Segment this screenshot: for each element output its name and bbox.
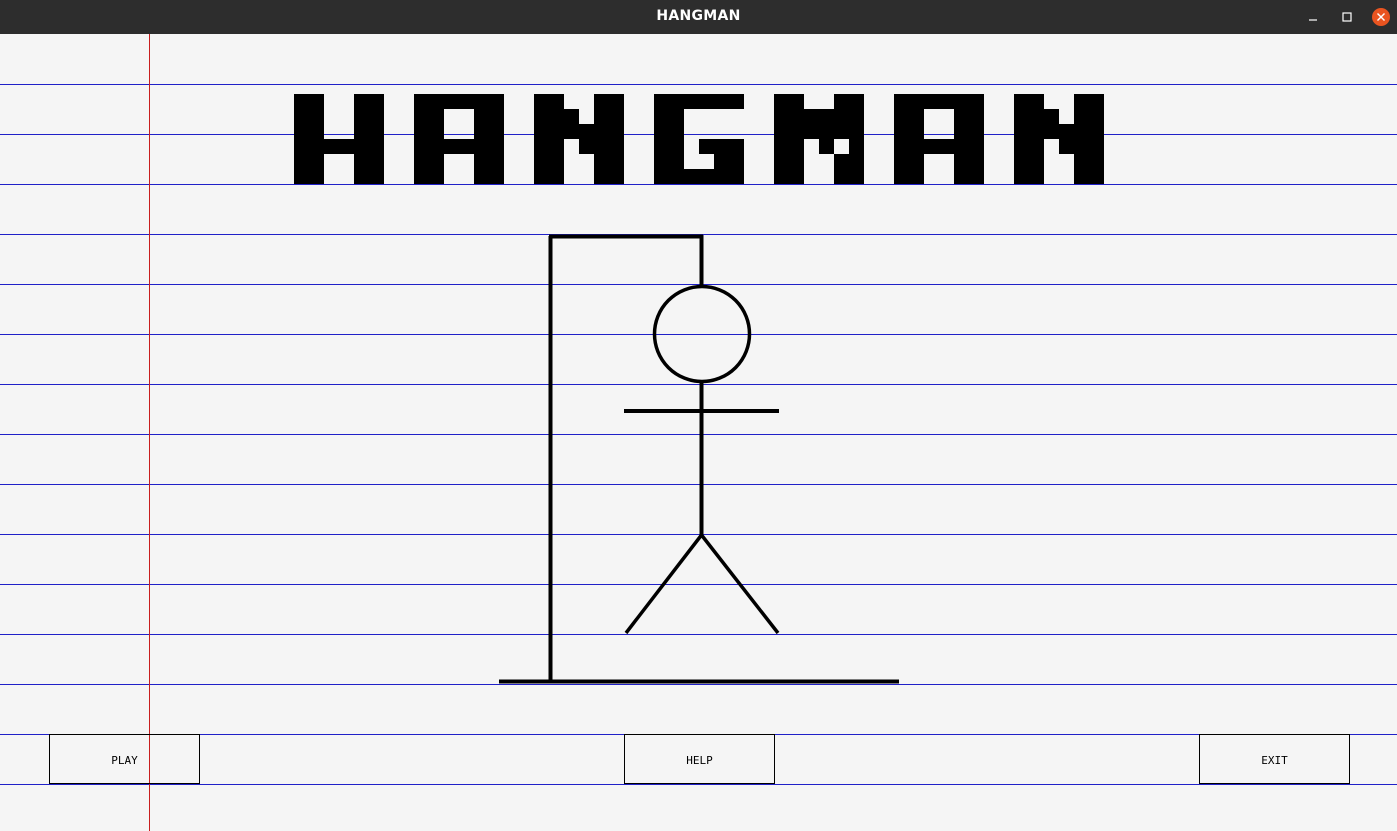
minimize-button[interactable] <box>1296 0 1330 34</box>
title-bar: HANGMAN <box>0 0 1397 34</box>
game-canvas: PLAY HELP EXIT <box>0 34 1397 831</box>
notebook-paper <box>0 34 1397 831</box>
minimize-icon <box>1309 19 1317 21</box>
hangman-logo <box>294 94 1104 184</box>
close-button[interactable] <box>1364 0 1397 34</box>
maximize-button[interactable] <box>1330 0 1364 34</box>
exit-button[interactable]: EXIT <box>1199 734 1350 784</box>
help-button[interactable]: HELP <box>624 734 775 784</box>
logo-letter-m <box>774 94 864 184</box>
close-icon <box>1372 8 1390 26</box>
logo-letter-h <box>294 94 384 184</box>
hangman-figure <box>499 234 899 684</box>
logo-letter-a <box>894 94 984 184</box>
logo-letter-g <box>654 94 744 184</box>
logo-letter-n <box>1014 94 1104 184</box>
logo-letter-a <box>414 94 504 184</box>
window-title: HANGMAN <box>656 8 741 24</box>
maximize-icon <box>1342 12 1352 22</box>
play-button[interactable]: PLAY <box>49 734 200 784</box>
logo-letter-n <box>534 94 624 184</box>
